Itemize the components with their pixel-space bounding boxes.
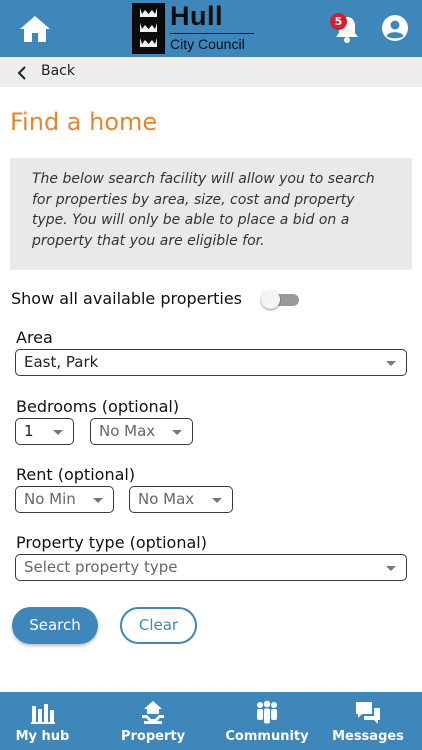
chevron-left-icon [16, 65, 28, 80]
back-bar[interactable]: Back [0, 57, 422, 87]
info-box: The below search facility will allow you… [10, 158, 412, 270]
show-all-toggle[interactable] [261, 290, 299, 309]
nav-item-my-hub[interactable]: My hub [0, 692, 85, 750]
chevron-down-icon [386, 361, 396, 366]
property-icon [142, 701, 164, 724]
chevron-down-icon [93, 498, 103, 503]
bedrooms-max-select[interactable]: No Max [90, 418, 193, 445]
area-value: East, Park [24, 353, 99, 371]
area-label: Area [16, 328, 53, 347]
info-text: The below search facility will allow you… [32, 171, 375, 249]
chevron-down-icon [172, 430, 182, 435]
show-all-label: Show all available properties [11, 289, 242, 308]
bedrooms-min-select[interactable]: 1 [15, 418, 74, 445]
chevron-down-icon [212, 498, 222, 503]
rent-min-select[interactable]: No Min [15, 486, 114, 513]
clear-button[interactable]: Clear [120, 607, 197, 644]
hull-city-council-logo: Hull City Council [132, 1, 256, 54]
search-button[interactable]: Search [12, 607, 98, 644]
logo-subtitle: City Council [170, 33, 254, 52]
nav-label-community: Community [225, 729, 309, 744]
property-type-label: Property type (optional) [16, 533, 207, 552]
community-icon [257, 700, 277, 724]
notification-count-badge: 5 [330, 13, 347, 30]
nav-label-property: Property [120, 729, 186, 744]
rent-label: Rent (optional) [16, 465, 136, 484]
nav-label-my-hub: My hub [15, 729, 70, 744]
chevron-down-icon [386, 566, 396, 571]
toggle-knob [261, 290, 280, 309]
chevron-down-icon [53, 430, 63, 435]
hub-icon [31, 704, 55, 724]
rent-min-value: No Min [24, 490, 76, 508]
home-icon[interactable] [18, 13, 52, 45]
nav-item-property[interactable]: Property [110, 692, 196, 750]
logo-name: Hull [170, 1, 223, 31]
user-account-icon[interactable] [381, 14, 409, 42]
property-type-select[interactable]: Select property type [15, 554, 407, 581]
rent-max-value: No Max [138, 490, 195, 508]
area-select[interactable]: East, Park [15, 349, 407, 376]
crest-icon [132, 3, 165, 54]
bedrooms-min-value: 1 [24, 422, 34, 440]
nav-item-community[interactable]: Community [222, 692, 312, 750]
back-button-label[interactable]: Back [41, 63, 75, 79]
bedrooms-max-value: No Max [99, 422, 156, 440]
top-app-bar: Hull City Council 5 [0, 0, 422, 57]
messages-icon [356, 702, 380, 724]
page-title: Find a home [10, 108, 158, 136]
bottom-navigation: My hub Property Community Messages [0, 692, 422, 750]
nav-item-messages[interactable]: Messages [328, 692, 408, 750]
nav-label-messages: Messages [332, 729, 404, 744]
rent-max-select[interactable]: No Max [129, 486, 233, 513]
property-type-placeholder: Select property type [24, 558, 178, 576]
bedrooms-label: Bedrooms (optional) [16, 397, 180, 416]
